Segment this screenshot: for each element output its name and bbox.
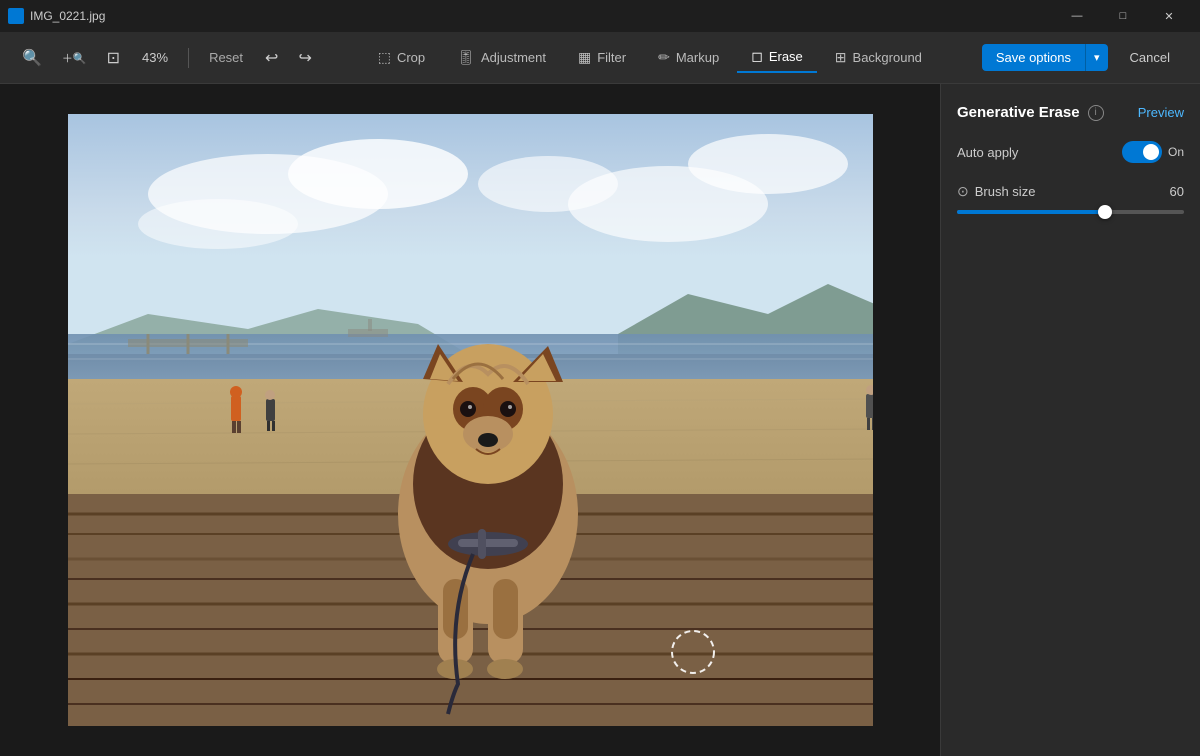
auto-apply-row: Auto apply On bbox=[957, 141, 1184, 163]
image-container bbox=[68, 114, 873, 726]
zoom-out-button[interactable]: 🔍 bbox=[16, 44, 48, 72]
tool-filter-label: Filter bbox=[597, 50, 626, 65]
toggle-state-label: On bbox=[1168, 145, 1184, 159]
tool-markup-label: Markup bbox=[676, 50, 719, 65]
fit-button[interactable]: ⊡ bbox=[101, 44, 126, 72]
toggle-knob bbox=[1143, 144, 1159, 160]
toolbar-right: Save options ▾ Cancel bbox=[982, 44, 1184, 71]
tool-filter[interactable]: ▦ Filter bbox=[564, 43, 640, 72]
save-options-dropdown-button[interactable]: ▾ bbox=[1085, 44, 1108, 71]
brush-icon: ⊙ bbox=[957, 183, 969, 200]
adjustment-icon: 🎚 bbox=[457, 49, 475, 66]
brush-label-group: ⊙ Brush size bbox=[957, 183, 1035, 200]
auto-apply-toggle[interactable] bbox=[1122, 141, 1162, 163]
slider-container[interactable] bbox=[957, 210, 1184, 224]
main-content: Generative Erase i Preview Auto apply On… bbox=[0, 84, 1200, 756]
tool-crop-label: Crop bbox=[397, 50, 425, 65]
canvas-area[interactable] bbox=[0, 84, 940, 756]
fit-icon: ⊡ bbox=[107, 48, 120, 68]
tool-erase-label: Erase bbox=[769, 49, 803, 64]
tool-background-label: Background bbox=[853, 50, 922, 65]
crop-icon: ⬚ bbox=[378, 49, 391, 66]
redo-button[interactable]: ↪ bbox=[292, 44, 317, 72]
toggle-container: On bbox=[1122, 141, 1184, 163]
zoom-in-button[interactable]: ＋🔍 bbox=[56, 46, 93, 70]
tool-background[interactable]: ⊞ Background bbox=[821, 43, 936, 72]
tool-adjustment[interactable]: 🎚 Adjustment bbox=[443, 43, 560, 72]
photo-canvas bbox=[68, 114, 873, 726]
undo-button[interactable]: ↩ bbox=[259, 44, 284, 72]
app-icon bbox=[8, 8, 24, 24]
title-bar-left: IMG_0221.jpg bbox=[8, 8, 105, 24]
info-icon[interactable]: i bbox=[1088, 105, 1104, 121]
reset-button[interactable]: Reset bbox=[201, 46, 251, 69]
brush-size-row: ⊙ Brush size 60 bbox=[957, 183, 1184, 224]
panel-header: Generative Erase i Preview bbox=[957, 104, 1184, 121]
save-options-button[interactable]: Save options bbox=[982, 44, 1085, 71]
redo-icon: ↪ bbox=[298, 48, 311, 68]
brush-size-value: 60 bbox=[1170, 184, 1184, 199]
zoom-level: 43% bbox=[134, 50, 176, 65]
zoom-out-icon: 🔍 bbox=[22, 48, 42, 68]
toolbar: 🔍 ＋🔍 ⊡ 43% Reset ↩ ↪ ⬚ Crop 🎚 Adjustment… bbox=[0, 32, 1200, 84]
title-bar-controls: — □ ✕ bbox=[1054, 0, 1192, 32]
preview-link[interactable]: Preview bbox=[1138, 105, 1184, 120]
toolbar-center: ⬚ Crop 🎚 Adjustment ▦ Filter ✏ Markup ◻ … bbox=[326, 42, 974, 73]
maximize-button[interactable]: □ bbox=[1100, 0, 1146, 32]
filter-icon: ▦ bbox=[578, 49, 591, 66]
tool-adjustment-label: Adjustment bbox=[481, 50, 546, 65]
auto-apply-label: Auto apply bbox=[957, 145, 1018, 160]
title-bar-filename: IMG_0221.jpg bbox=[30, 9, 105, 23]
toolbar-left: 🔍 ＋🔍 ⊡ 43% Reset ↩ ↪ bbox=[16, 44, 318, 72]
erase-icon: ◻ bbox=[751, 48, 763, 65]
tool-erase[interactable]: ◻ Erase bbox=[737, 42, 817, 73]
tool-crop[interactable]: ⬚ Crop bbox=[364, 43, 439, 72]
panel-title: Generative Erase bbox=[957, 104, 1080, 121]
undo-icon: ↩ bbox=[265, 48, 278, 68]
title-bar: IMG_0221.jpg — □ ✕ bbox=[0, 0, 1200, 32]
background-icon: ⊞ bbox=[835, 49, 847, 66]
close-button[interactable]: ✕ bbox=[1146, 0, 1192, 32]
tool-markup[interactable]: ✏ Markup bbox=[644, 43, 733, 72]
markup-icon: ✏ bbox=[658, 49, 670, 66]
minimize-button[interactable]: — bbox=[1054, 0, 1100, 32]
brush-header: ⊙ Brush size 60 bbox=[957, 183, 1184, 200]
cancel-button[interactable]: Cancel bbox=[1116, 44, 1184, 71]
right-panel: Generative Erase i Preview Auto apply On… bbox=[940, 84, 1200, 756]
brush-size-label: Brush size bbox=[975, 184, 1036, 199]
toolbar-divider bbox=[188, 48, 189, 68]
zoom-in-icon: ＋🔍 bbox=[62, 50, 87, 66]
save-options-group: Save options ▾ bbox=[982, 44, 1108, 71]
